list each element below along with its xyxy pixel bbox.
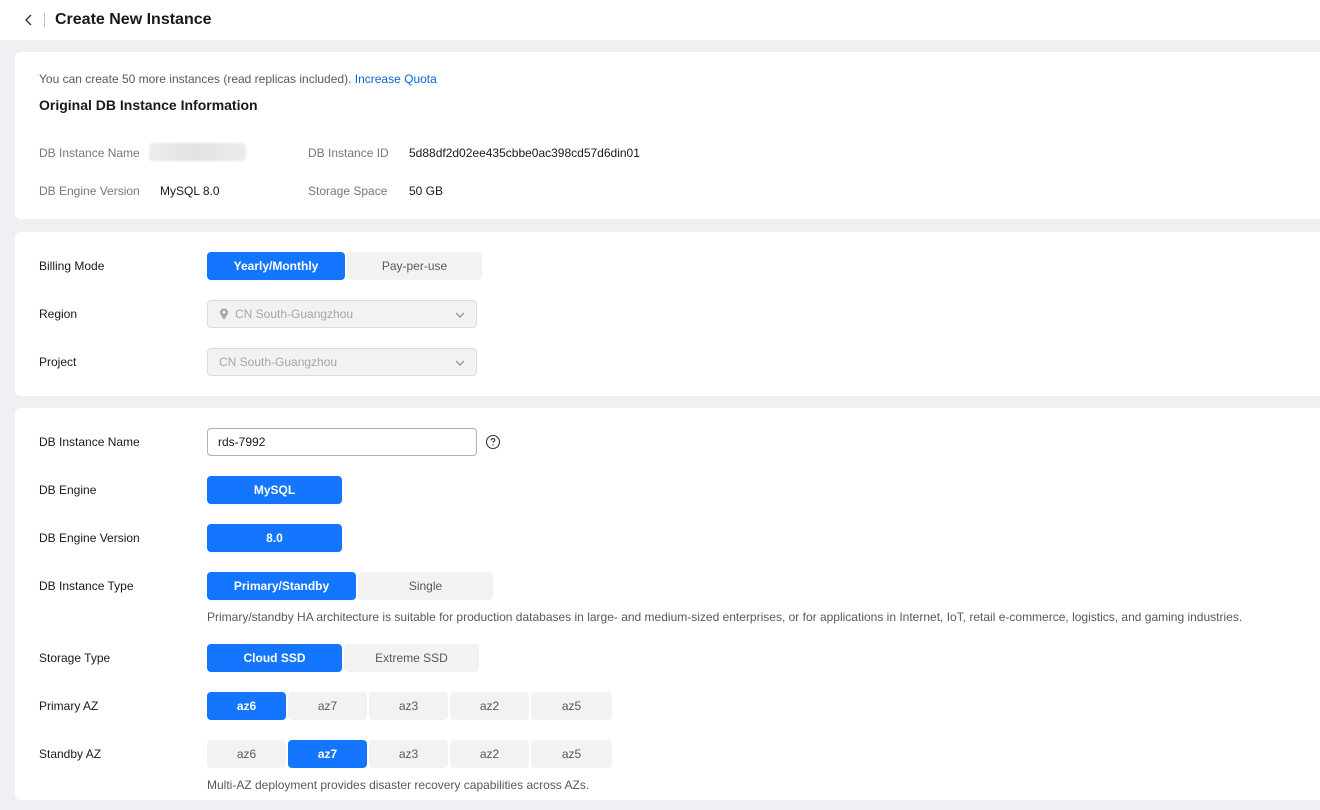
quota-text: You can create 50 more instances (read r… [39, 72, 352, 86]
region-select[interactable]: CN South-Guangzhou [207, 300, 477, 328]
standby-az-az6-button[interactable]: az6 [207, 740, 286, 768]
billing-region-card: Billing Mode Yearly/Monthly Pay-per-use … [15, 232, 1320, 396]
original-name-label: DB Instance Name [39, 146, 140, 160]
instance-type-hint: Primary/standby HA architecture is suita… [207, 610, 1243, 624]
primary-az-label: Primary AZ [39, 699, 99, 713]
top-bar: Create New Instance [0, 0, 1320, 40]
original-storage-value: 50 GB [409, 184, 444, 198]
instance-name-input[interactable] [207, 428, 477, 456]
instance-config-card: DB Instance Name DB Engine MySQL DB Engi… [15, 408, 1320, 800]
standby-az-az3-button[interactable]: az3 [369, 740, 448, 768]
original-name-value-redacted [149, 143, 246, 161]
section-title: Original DB Instance Information [39, 97, 258, 113]
standby-az-hint: Multi-AZ deployment provides disaster re… [207, 778, 590, 792]
original-id-label: DB Instance ID [308, 146, 389, 160]
original-version-label: DB Engine Version [39, 184, 140, 198]
standby-az-az7-button[interactable]: az7 [288, 740, 367, 768]
engine-version-8-button[interactable]: 8.0 [207, 524, 342, 552]
instance-type-primary-standby-button[interactable]: Primary/Standby [207, 572, 356, 600]
storage-extreme-ssd-button[interactable]: Extreme SSD [344, 644, 479, 672]
instance-name-label: DB Instance Name [39, 435, 140, 449]
engine-mysql-button[interactable]: MySQL [207, 476, 342, 504]
db-engine-label: DB Engine [39, 483, 97, 497]
project-select[interactable]: CN South-Guangzhou [207, 348, 477, 376]
quota-notice: You can create 50 more instances (read r… [39, 72, 437, 86]
standby-az-az2-button[interactable]: az2 [450, 740, 529, 768]
chevron-down-icon [455, 312, 465, 318]
engine-version-label: DB Engine Version [39, 531, 140, 545]
project-label: Project [39, 355, 77, 369]
instance-type-single-button[interactable]: Single [358, 572, 493, 600]
billing-yearly-monthly-button[interactable]: Yearly/Monthly [207, 252, 345, 280]
primary-az-az6-button[interactable]: az6 [207, 692, 286, 720]
region-label: Region [39, 307, 78, 321]
original-storage-label: Storage Space [308, 184, 388, 198]
increase-quota-link[interactable]: Increase Quota [355, 72, 437, 86]
instance-type-label: DB Instance Type [39, 579, 134, 593]
primary-az-az3-button[interactable]: az3 [369, 692, 448, 720]
page-title: Create New Instance [55, 11, 212, 28]
primary-az-az2-button[interactable]: az2 [450, 692, 529, 720]
storage-cloud-ssd-button[interactable]: Cloud SSD [207, 644, 342, 672]
original-instance-card: You can create 50 more instances (read r… [15, 52, 1320, 219]
original-version-value: MySQL 8.0 [160, 184, 220, 198]
original-id-value: 5d88df2d02ee435cbbe0ac398cd57d6din01 [409, 146, 640, 160]
region-value: CN South-Guangzhou [235, 307, 354, 321]
storage-type-label: Storage Type [39, 651, 111, 665]
title-divider [44, 13, 45, 27]
chevron-left-icon[interactable] [22, 13, 36, 27]
standby-az-label: Standby AZ [39, 747, 102, 761]
billing-mode-label: Billing Mode [39, 259, 105, 273]
project-value: CN South-Guangzhou [219, 355, 338, 369]
question-circle-icon[interactable] [485, 434, 501, 450]
billing-pay-per-use-button[interactable]: Pay-per-use [347, 252, 482, 280]
chevron-down-icon [455, 360, 465, 366]
standby-az-az5-button[interactable]: az5 [531, 740, 612, 768]
primary-az-az7-button[interactable]: az7 [288, 692, 367, 720]
location-pin-icon [220, 308, 228, 320]
primary-az-az5-button[interactable]: az5 [531, 692, 612, 720]
